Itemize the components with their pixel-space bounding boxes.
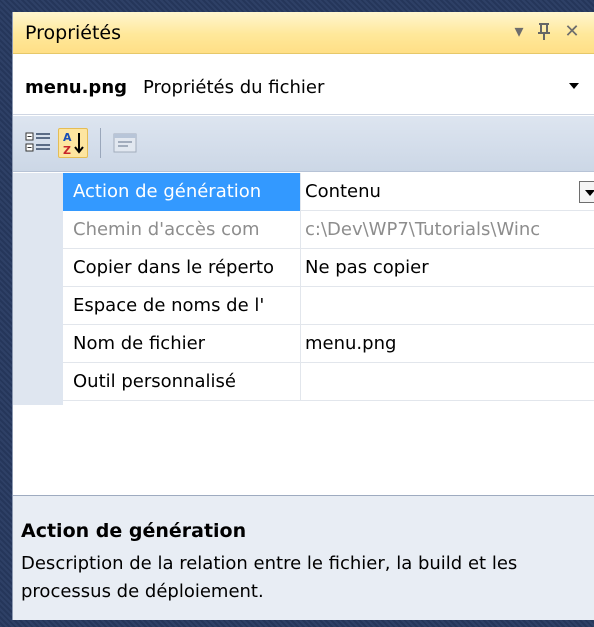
property-grid: Action de génération Contenu Chemin d'ac… [13,173,594,495]
grid-margin [13,173,63,405]
close-icon[interactable]: ✕ [559,18,585,46]
panel-title: Propriétés [25,22,122,44]
categorized-icon[interactable] [23,128,53,158]
property-row-path[interactable]: Chemin d'accès com c:\Dev\WP7\Tutorials\… [63,211,594,249]
property-row-namespace[interactable]: Espace de noms de l' [63,287,594,325]
properties-panel: Propriétés ▾ ✕ menu.png Propriétés du fi… [12,12,594,620]
object-type: Propriétés du fichier [143,77,325,98]
property-pages-icon[interactable] [110,128,140,158]
description-title: Action de génération [21,520,247,542]
alphabetical-sort-icon[interactable]: A Z [58,128,88,158]
svg-text:A: A [63,131,72,144]
pin-icon[interactable] [531,18,557,46]
description-pane: Action de génération Description de la r… [13,495,594,620]
property-row-custom-tool[interactable]: Outil personnalisé [63,363,594,401]
property-value[interactable]: Ne pas copier [301,249,594,287]
property-name: Outil personnalisé [63,363,301,401]
chevron-down-icon[interactable] [569,83,579,89]
property-row-action[interactable]: Action de génération Contenu [63,173,594,211]
property-name: Copier dans le réperto [63,249,301,287]
property-name: Nom de fichier [63,325,301,363]
property-value[interactable]: Contenu [301,173,594,211]
toolbar-separator [100,128,101,158]
property-value[interactable] [301,363,594,401]
property-row-filename[interactable]: Nom de fichier menu.png [63,325,594,363]
property-value[interactable] [301,287,594,325]
panel-title-bar[interactable]: Propriétés ▾ ✕ [13,12,594,54]
properties-toolbar: A Z [13,116,594,172]
property-name: Chemin d'accès com [63,211,301,249]
property-value[interactable]: menu.png [301,325,594,363]
description-text: Description de la relation entre le fich… [21,553,518,602]
object-selector[interactable]: menu.png Propriétés du fichier [13,55,594,115]
property-name: Action de génération [63,173,301,211]
property-name: Espace de noms de l' [63,287,301,325]
object-name: menu.png [25,77,128,98]
svg-text:Z: Z [63,144,71,157]
property-row-copy[interactable]: Copier dans le réperto Ne pas copier [63,249,594,287]
chevron-down-icon[interactable] [579,181,594,203]
dropdown-arrow-icon[interactable]: ▾ [506,18,532,46]
property-value: c:\Dev\WP7\Tutorials\Winc [305,219,541,240]
